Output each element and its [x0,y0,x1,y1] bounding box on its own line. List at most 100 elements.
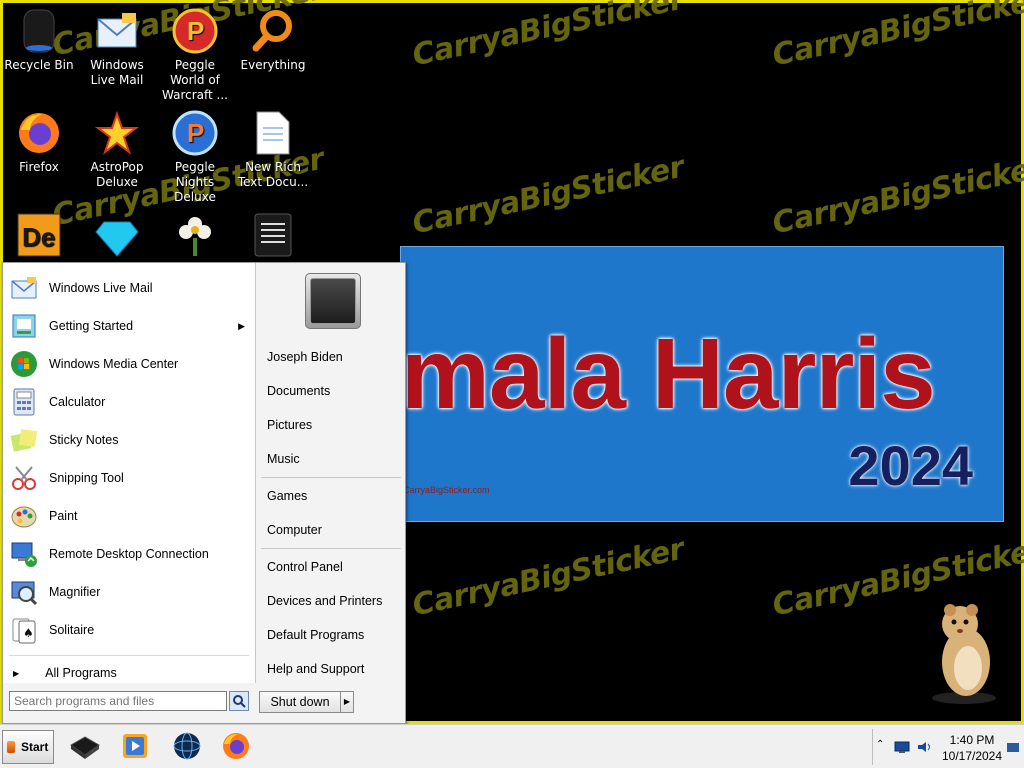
start-menu-places-pane: Joseph Biden Documents Pictures Music Ga… [257,263,405,683]
link-default-programs[interactable]: Default Programs [267,626,364,644]
search-icon [233,695,246,708]
link-user-folder[interactable]: Joseph Biden [267,348,343,366]
flower-icon [172,212,218,258]
desktop-icon-recycle-bin[interactable]: Recycle Bin [0,8,78,73]
link-games[interactable]: Games [267,487,307,505]
calculator-icon [9,387,39,417]
icon-label: AstroPop Deluxe [90,160,144,189]
taskbar-app-media-player[interactable] [118,729,152,763]
link-help-support[interactable]: Help and Support [267,660,364,678]
search-input[interactable] [9,691,227,711]
icon-label: Firefox [19,160,59,174]
paint-palette-icon [9,501,39,531]
icon-label: Peggle Nights Deluxe [174,160,216,204]
start-item-calculator[interactable]: Calculator [9,384,249,420]
start-item-solitaire[interactable]: ♠ Solitaire [9,612,249,648]
shutdown-options-arrow[interactable]: ▶ [340,691,354,713]
start-item-paint[interactable]: Paint [9,498,249,534]
start-item-getting-started[interactable]: Getting Started ▶ [9,308,249,344]
sticky-notes-icon [9,425,39,455]
all-programs-button[interactable]: ▶ All Programs [11,663,249,683]
getting-started-icon [9,311,39,341]
desktop-icon-windows-live-mail[interactable]: Windows Live Mail [78,8,156,88]
mail-icon [94,8,140,54]
icon-label: Peggle World of Warcraft ... [162,58,228,102]
start-menu-programs-pane: Windows Live Mail Getting Started ▶ Wind… [3,263,256,683]
start-item-remote-desktop[interactable]: Remote Desktop Connection [9,536,249,572]
start-logo-icon [7,741,15,753]
taskbar: Start ⌃ 1:40 PM 10/17/2024 [0,724,1024,768]
icon-label: Recycle Bin [4,58,74,72]
link-control-panel[interactable]: Control Panel [267,558,343,576]
desktop-icon-astropop[interactable]: AstroPop Deluxe [78,110,156,190]
taskbar-app-globe[interactable] [170,729,204,763]
desktop-icon-peggle-wow[interactable]: P Peggle World of Warcraft ... [156,8,234,103]
desktop-icon-firefox[interactable]: Firefox [0,110,78,175]
peggle-icon: P [172,8,218,54]
start-item-sticky-notes[interactable]: Sticky Notes [9,422,249,458]
watermark: CarryaBigSticker [409,149,687,242]
start-item-label: Magnifier [49,585,101,599]
start-item-snipping-tool[interactable]: Snipping Tool [9,460,249,496]
document-icon [250,110,296,156]
separator [261,548,401,549]
show-desktop-icon[interactable] [1006,739,1020,758]
start-item-windows-media-center[interactable]: Windows Media Center [9,346,249,382]
start-item-magnifier[interactable]: Magnifier [9,574,249,610]
start-item-label: Remote Desktop Connection [49,547,209,561]
watermark: CarryaBigSticker [409,531,687,624]
desktop-icon-diamond[interactable] [78,212,156,262]
desktop-icon-peggle-nights[interactable]: P Peggle Nights Deluxe [156,110,234,205]
desktop: CarryaBigSticker CarryaBigSticker Carrya… [0,0,1024,724]
desktop-icon-de[interactable]: De [0,212,78,262]
clock-time[interactable]: 1:40 PM [942,733,1002,747]
user-avatar[interactable] [305,273,361,329]
scissors-icon [9,463,39,493]
link-computer[interactable]: Computer [267,521,322,539]
shutdown-button[interactable]: Shut down [259,691,341,713]
start-menu: Windows Live Mail Getting Started ▶ Wind… [2,262,406,724]
magnifier-icon [250,8,296,54]
desktop-icon-everything[interactable]: Everything [234,8,312,73]
system-tray: ⌃ 1:40 PM 10/17/2024 [872,727,1022,767]
peggle-icon: P [172,110,218,156]
link-documents[interactable]: Documents [267,382,330,400]
submenu-arrow-icon: ▶ [238,320,245,331]
link-pictures[interactable]: Pictures [267,416,312,434]
start-button[interactable]: Start [2,730,54,764]
notebook-icon [70,736,100,759]
firefox-icon [16,110,62,156]
desktop-icon-rich-text-doc[interactable]: New Rich Text Docu... [234,110,312,190]
icon-label: Everything [240,58,306,72]
network-icon[interactable] [894,739,910,758]
recycle-bin-icon [16,8,62,54]
speaker-icon[interactable] [916,739,932,758]
link-devices-printers[interactable]: Devices and Printers [267,592,382,610]
icon-label: New Rich Text Docu... [237,160,309,189]
watermark: CarryaBigSticker [409,0,687,74]
taskbar-app-notebook[interactable] [68,729,102,763]
banner-url: CarryaBigSticker.com [403,485,490,495]
start-item-label: Paint [49,509,78,523]
banner-name: mala Harris [401,318,936,430]
link-music[interactable]: Music [267,450,300,468]
svg-text:P: P [187,118,204,148]
de-app-icon: De [16,212,62,258]
taskbar-app-firefox[interactable] [219,729,253,763]
cards-icon: ♠ [9,615,39,645]
show-hidden-icons-chevron-icon[interactable]: ⌃ [876,739,884,750]
search-button[interactable] [229,691,249,711]
start-item-windows-live-mail[interactable]: Windows Live Mail [9,270,249,306]
desktop-icon-notes[interactable] [234,212,312,262]
all-programs-label: All Programs [45,666,117,680]
start-item-label: Getting Started [49,319,134,333]
divider [872,729,873,765]
remote-desktop-icon [9,539,39,569]
globe-icon [173,732,201,760]
notes-icon [250,212,296,258]
svg-text:P: P [187,16,204,46]
start-item-label: Windows Media Center [49,357,179,371]
campaign-banner-wallpaper: mala Harris 2024 CarryaBigSticker.com [400,246,1004,522]
desktop-icon-flower[interactable] [156,212,234,262]
clock-date[interactable]: 10/17/2024 [938,749,1006,763]
